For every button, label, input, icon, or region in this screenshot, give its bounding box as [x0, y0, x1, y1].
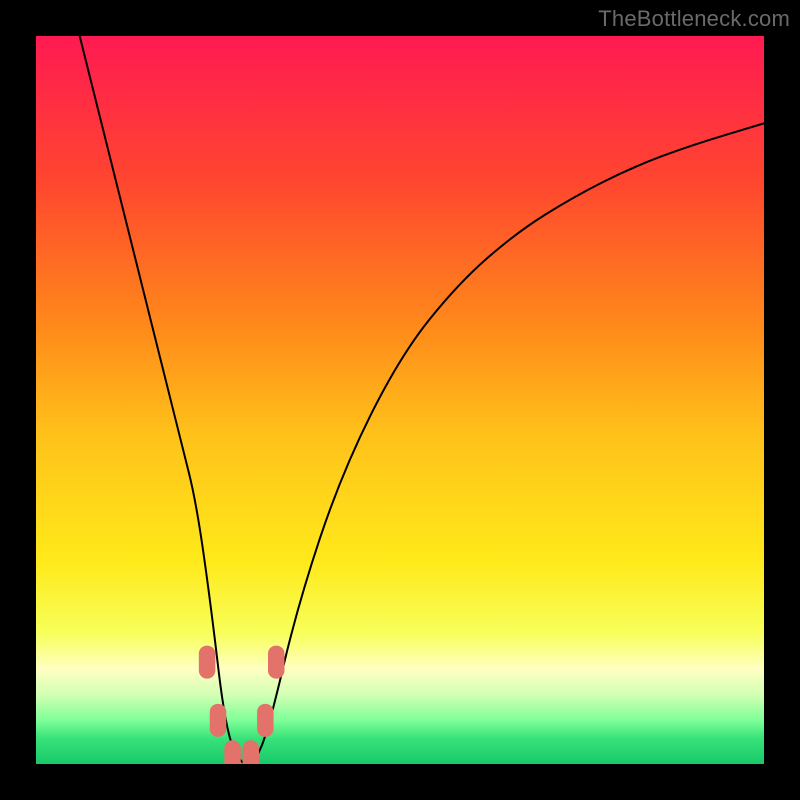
curve-marker — [224, 740, 241, 764]
curve-marker — [199, 646, 216, 679]
curve-marker — [257, 704, 274, 737]
plot-area — [36, 36, 764, 764]
curve-marker — [243, 740, 260, 764]
curve-marker — [268, 646, 285, 679]
watermark-text: TheBottleneck.com — [598, 6, 790, 32]
bottleneck-chart-svg — [36, 36, 764, 764]
curve-marker — [210, 704, 227, 737]
gradient-background — [36, 36, 764, 764]
